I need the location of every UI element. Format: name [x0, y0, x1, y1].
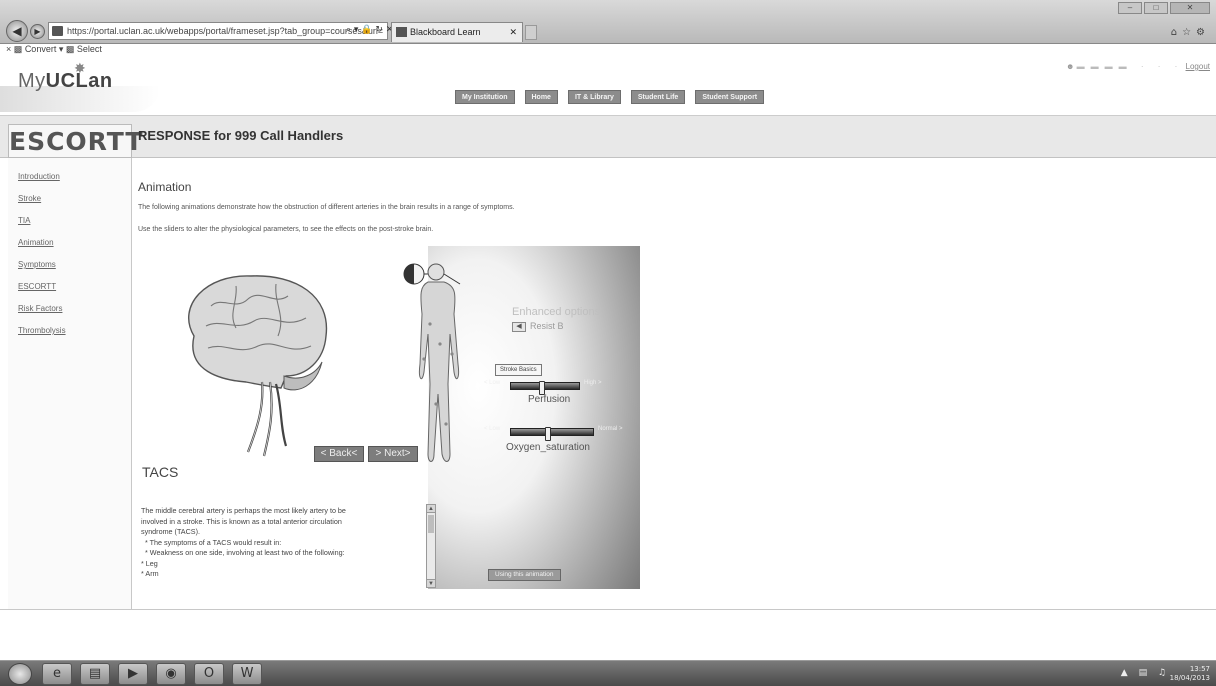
forward-icon[interactable]: ▶: [30, 24, 45, 39]
browser-tools-icons[interactable]: ⌂☆⚙: [1171, 27, 1210, 38]
stroke-animation[interactable]: Enhanced options ◀ Resist B Stroke Basics…: [138, 246, 640, 589]
module-title: RESPONSE for 999 Call Handlers: [138, 128, 344, 143]
taskbar: e ▤ ▶ ◉ O W ▲ ▤ ♫ 13:57 18/04/2013: [0, 660, 1216, 686]
escortt-logo: ESCORTT: [8, 124, 143, 158]
scroll-thumb[interactable]: [428, 515, 434, 533]
perfusion-track[interactable]: [510, 381, 580, 395]
description-line: The middle cerebral artery is perhaps th…: [141, 506, 346, 515]
user-icon: ☻: [1065, 62, 1075, 71]
logo-star-icon: ✸: [74, 60, 86, 76]
portal-header: MyUCLan ✸: [0, 56, 1216, 116]
chevron-down-icon[interactable]: ▾: [59, 44, 64, 54]
using-animation-button[interactable]: Using this animation: [488, 569, 561, 581]
close-window-button[interactable]: ✕: [1170, 2, 1210, 14]
browser-icon[interactable]: ◉: [156, 663, 186, 685]
nav-home[interactable]: Home: [524, 90, 558, 104]
perfusion-slider[interactable]: < Low High > Perfusion: [484, 380, 602, 405]
back-button[interactable]: < Back<: [314, 446, 364, 462]
media-player-icon[interactable]: ▶: [118, 663, 148, 685]
resist-toggle[interactable]: ◀ Resist B: [512, 321, 564, 332]
stroke-basics-button[interactable]: Stroke Basics: [495, 364, 542, 376]
description-line: syndrome (TACS).: [141, 527, 200, 536]
perfusion-low-label: < Low: [484, 380, 501, 386]
oxygen-track[interactable]: [510, 427, 594, 441]
description-scrollbar[interactable]: ▲ ▼: [426, 504, 436, 588]
clock-time: 13:57: [1189, 665, 1210, 673]
scroll-down-icon[interactable]: ▼: [427, 579, 435, 587]
animation-description: The middle cerebral artery is perhaps th…: [141, 506, 403, 580]
nav-student-support[interactable]: Student Support: [695, 90, 765, 104]
address-controls[interactable]: ⌕ ▾ 🔒 ↻ ✕: [346, 25, 393, 35]
intro-text-2: Use the sliders to alter the physiologic…: [138, 226, 434, 233]
nav-my-institution[interactable]: My Institution: [455, 90, 515, 104]
tab-title: Blackboard Learn: [410, 27, 481, 37]
sidebar-item-symptoms[interactable]: Symptoms: [18, 254, 131, 276]
select-button[interactable]: Select: [77, 44, 102, 54]
description-line: * Arm: [141, 569, 159, 578]
convert-icon: ▩: [13, 44, 23, 54]
tab-close-icon[interactable]: ✕: [509, 23, 517, 41]
scroll-up-icon[interactable]: ▲: [427, 505, 435, 513]
sidebar-item-introduction[interactable]: Introduction: [18, 166, 131, 188]
clock[interactable]: 13:57 18/04/2013: [1170, 665, 1210, 683]
perfusion-high-label: High >: [584, 380, 602, 386]
convert-button[interactable]: Convert: [25, 44, 57, 54]
word-icon[interactable]: W: [232, 663, 262, 685]
sidebar-item-risk-factors[interactable]: Risk Factors: [18, 298, 131, 320]
address-bar[interactable]: https://portal.uclan.ac.uk/webapps/porta…: [48, 22, 388, 40]
toolbar-close-icon[interactable]: ×: [6, 44, 11, 54]
myuclan-logo[interactable]: MyUCLan: [18, 70, 113, 93]
options-title: Enhanced options: [512, 306, 601, 318]
select-icon: ▩: [65, 44, 75, 54]
browser-tab[interactable]: Blackboard Learn ✕: [391, 22, 523, 42]
minimize-button[interactable]: –: [1118, 2, 1142, 14]
window-controls: – □ ✕: [1118, 2, 1210, 14]
clock-date: 18/04/2013: [1169, 674, 1210, 682]
content-divider: [0, 609, 1216, 610]
browser-chrome: ◀ ▶ https://portal.uclan.ac.uk/webapps/p…: [0, 0, 1216, 44]
file-explorer-icon[interactable]: ▤: [80, 663, 110, 685]
pdf-toolbar: × ▩ Convert ▾ ▩ Select: [6, 44, 102, 55]
oxygen-thumb[interactable]: [545, 427, 551, 441]
logout-link[interactable]: Logout: [1186, 62, 1210, 71]
user-area: ☻ ▬▬▬▬ · · · Logout: [1066, 62, 1210, 71]
sidebar-item-escortt[interactable]: ESCORTT: [18, 276, 131, 298]
description-line: * Leg: [141, 558, 158, 568]
description-line: * The symptoms of a TACS would result in…: [145, 537, 282, 547]
tab-favicon-icon: [396, 27, 407, 37]
perfusion-thumb[interactable]: [539, 381, 545, 395]
site-favicon-icon: [52, 26, 63, 36]
sidebar-item-thrombolysis[interactable]: Thrombolysis: [18, 320, 131, 342]
system-tray-icons[interactable]: ▲ ▤ ♫: [1121, 668, 1170, 678]
portal-nav: My Institution Home IT & Library Student…: [455, 90, 765, 104]
description-line: * Weakness on one side, involving at lea…: [145, 548, 345, 557]
address-url: https://portal.uclan.ac.uk/webapps/porta…: [67, 26, 384, 36]
resist-label: Resist B: [530, 321, 564, 331]
nav-student-life[interactable]: Student Life: [630, 90, 686, 104]
brain-illustration: [188, 275, 328, 457]
animation-heading: TACS: [142, 464, 179, 480]
back-icon[interactable]: ◀: [6, 20, 28, 42]
sidebar-item-stroke[interactable]: Stroke: [18, 188, 131, 210]
user-links[interactable]: ▬▬▬▬ · · ·: [1077, 62, 1184, 71]
next-button[interactable]: > Next>: [368, 446, 418, 462]
new-tab-button[interactable]: [525, 25, 537, 40]
oxygen-caption: Oxygen_saturation: [506, 442, 590, 453]
outlook-icon[interactable]: O: [194, 663, 224, 685]
sidebar-item-animation[interactable]: Animation: [18, 232, 131, 254]
start-button[interactable]: [8, 663, 32, 685]
oxygen-low-label: < Low: [484, 426, 501, 432]
page-title: Animation: [138, 180, 192, 194]
description-line: involved in a stroke. This is known as a…: [141, 516, 342, 526]
nav-it-library[interactable]: IT & Library: [567, 90, 621, 104]
speaker-icon[interactable]: ◀: [512, 321, 526, 332]
intro-text-1: The following animations demonstrate how…: [138, 204, 515, 211]
internet-explorer-icon[interactable]: e: [42, 663, 72, 685]
sidebar-item-tia[interactable]: TIA: [18, 210, 131, 232]
oxygen-slider[interactable]: < Low Normal > Oxygen_saturation: [484, 426, 623, 453]
maximize-button[interactable]: □: [1144, 2, 1168, 14]
course-menu: Introduction Stroke TIA Animation Sympto…: [8, 158, 132, 610]
perfusion-caption: Perfusion: [528, 394, 571, 405]
oxygen-high-label: Normal >: [598, 426, 623, 432]
